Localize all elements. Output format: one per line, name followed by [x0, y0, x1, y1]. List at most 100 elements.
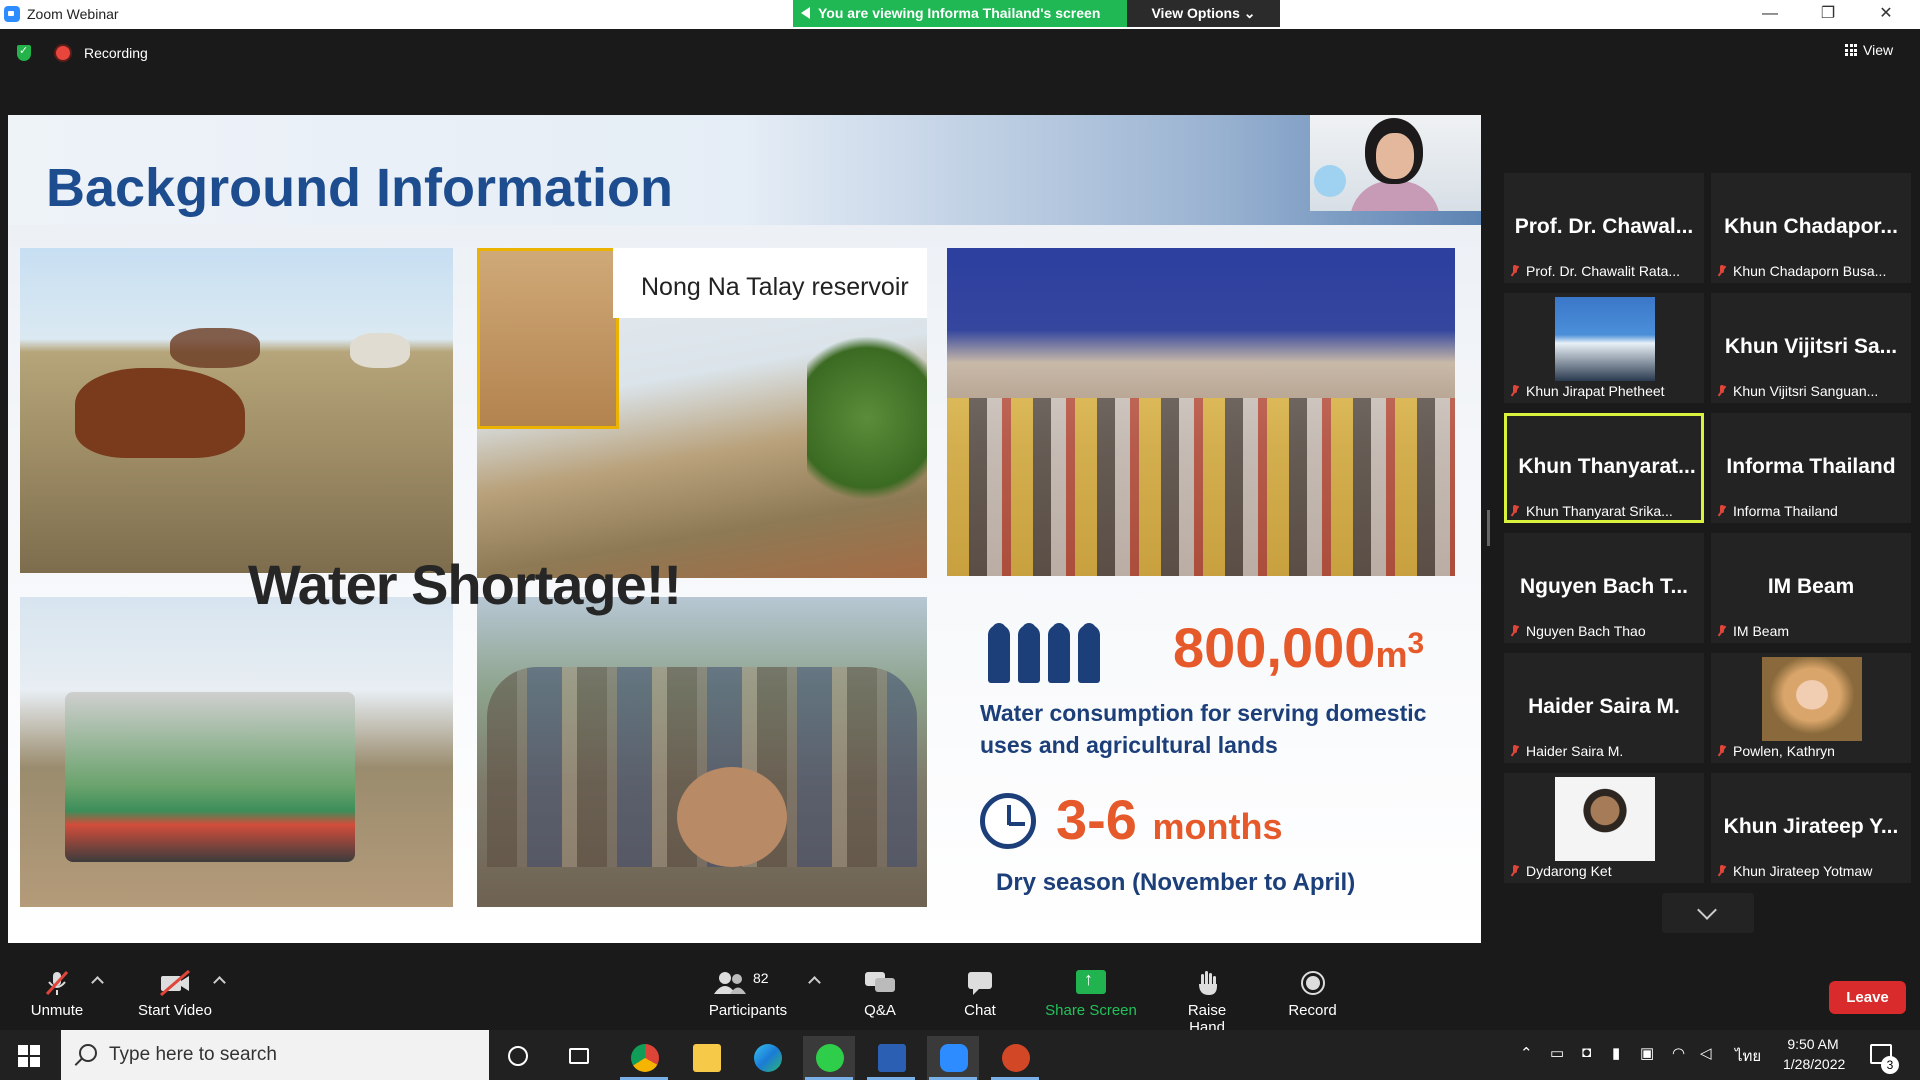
network-share-icon[interactable]: ▣ [1640, 1044, 1654, 1062]
participant-label: Khun Chadaporn Busa... [1717, 263, 1905, 279]
input-language[interactable]: ไทย [1735, 1044, 1761, 1068]
view-options-label: View Options [1151, 5, 1240, 21]
reservoir-photo: Nong Na Talay reservoir [477, 248, 927, 578]
panel-resize-handle[interactable] [1487, 510, 1490, 546]
taskbar-search-box[interactable]: Type here to search [61, 1030, 489, 1080]
security-shield-icon[interactable] [17, 44, 31, 61]
participants-icon: 82 [713, 970, 783, 996]
participant-tile[interactable]: Khun Jirateep Y... Khun Jirateep Yotmaw [1711, 773, 1911, 883]
powerpoint-icon[interactable] [989, 1036, 1041, 1080]
view-options-button[interactable]: View Options ⌄ [1127, 0, 1280, 27]
microphone-icon[interactable]: ▮ [1612, 1044, 1620, 1062]
participant-label: Haider Saira M. [1510, 743, 1698, 759]
mic-muted-icon [1717, 265, 1727, 277]
clock-date: 1/28/2022 [1783, 1056, 1846, 1072]
chrome-icon[interactable] [618, 1036, 670, 1080]
edge-icon[interactable] [741, 1036, 793, 1080]
presenter-logo-icon [1314, 165, 1346, 197]
participant-tile[interactable]: Khun Vijitsri Sa... Khun Vijitsri Sangua… [1711, 293, 1911, 403]
water-truck-photo [20, 597, 453, 907]
leave-button[interactable]: Leave [1829, 981, 1906, 1014]
unmute-label: Unmute [30, 1002, 84, 1019]
participant-tile[interactable]: Powlen, Kathryn [1711, 653, 1911, 763]
participants-count: 82 [753, 970, 769, 986]
mic-muted-icon [1717, 745, 1727, 757]
battery-icon[interactable]: ▭ [1550, 1044, 1564, 1062]
record-icon [1300, 971, 1325, 995]
video-off-icon [160, 970, 190, 996]
reservoir-inset-photo [477, 248, 619, 429]
presenter-video-thumbnail[interactable] [1310, 115, 1481, 211]
participant-video [1555, 777, 1655, 861]
unmute-button[interactable]: Unmute [28, 970, 86, 1019]
close-button[interactable]: ✕ [1866, 3, 1906, 25]
word-icon[interactable] [865, 1036, 917, 1080]
speaker-icon [801, 7, 810, 19]
taskbar-clock[interactable]: 9:50 AM 1/28/2022 [1783, 1034, 1846, 1074]
zoom-app-icon [4, 6, 20, 22]
restore-button[interactable]: ❐ [1808, 3, 1848, 25]
share-screen-button[interactable]: Share Screen [1045, 969, 1137, 1019]
viewing-banner-text: You are viewing Informa Thailand's scree… [818, 5, 1101, 21]
qa-button[interactable]: Q&A [860, 970, 900, 1019]
participant-label: Dydarong Ket [1510, 863, 1698, 879]
zoom-taskbar-icon[interactable] [927, 1036, 979, 1080]
cortana-icon[interactable] [494, 1036, 546, 1080]
participant-video [1555, 297, 1655, 381]
meeting-top-bar [0, 29, 1920, 89]
minimize-button[interactable]: — [1750, 3, 1790, 25]
recording-icon [56, 46, 70, 60]
participant-tile[interactable]: Informa Thailand Informa Thailand [1711, 413, 1911, 523]
mic-muted-icon [45, 970, 69, 996]
participant-tile[interactable]: Khun Jirapat Phetheet [1504, 293, 1704, 403]
file-explorer-icon[interactable] [680, 1036, 732, 1080]
mic-muted-icon [1510, 385, 1520, 397]
reservoir-caption: Nong Na Talay reservoir [613, 248, 927, 318]
participant-label: Khun Vijitsri Sanguan... [1717, 383, 1905, 399]
participant-tile[interactable]: Haider Saira M. Haider Saira M. [1504, 653, 1704, 763]
participant-label: Powlen, Kathryn [1717, 743, 1905, 759]
qa-icon [865, 972, 895, 992]
search-icon [79, 1044, 97, 1062]
viewing-screen-banner: You are viewing Informa Thailand's scree… [793, 0, 1127, 27]
participant-tile[interactable]: Nguyen Bach T... Nguyen Bach Thao [1504, 533, 1704, 643]
gallery-scroll-down-button[interactable] [1662, 893, 1754, 933]
line-app-icon[interactable] [803, 1036, 855, 1080]
record-label: Record [1288, 1002, 1337, 1019]
view-button[interactable]: View [1845, 42, 1893, 58]
volume-stat: 800,000m3 [1173, 616, 1425, 679]
chat-button[interactable]: Chat [960, 970, 1000, 1019]
participant-display-name: Informa Thailand [1726, 455, 1896, 478]
participant-label: Prof. Dr. Chawalit Rata... [1510, 263, 1698, 279]
webcam-icon[interactable]: ◘ [1582, 1044, 1591, 1061]
participant-label: Khun Thanyarat Srika... [1510, 503, 1698, 519]
participant-tile[interactable]: Prof. Dr. Chawal... Prof. Dr. Chawalit R… [1504, 173, 1704, 283]
participant-tile[interactable]: IM Beam IM Beam [1711, 533, 1911, 643]
raise-hand-button[interactable]: Raise Hand [1168, 970, 1246, 1036]
volume-icon[interactable]: ◁ [1700, 1044, 1712, 1062]
participant-tile-active-speaker[interactable]: Khun Thanyarat... Khun Thanyarat Srika..… [1504, 413, 1704, 523]
show-hidden-icons-icon[interactable]: ⌃ [1520, 1044, 1533, 1062]
participants-button[interactable]: 82 Participants [705, 970, 791, 1019]
windows-start-icon[interactable] [18, 1045, 40, 1067]
window-title: Zoom Webinar [27, 6, 119, 22]
qa-label: Q&A [864, 1002, 896, 1019]
cattle-photo [20, 248, 453, 573]
mic-muted-icon [1510, 745, 1520, 757]
task-view-icon[interactable] [555, 1036, 607, 1080]
reservoir-label: Nong Na Talay reservoir [641, 273, 909, 301]
chevron-down-icon: ⌄ [1243, 5, 1256, 21]
start-video-button[interactable]: Start Video [133, 970, 217, 1019]
villagers-photo [477, 597, 927, 907]
recording-label: Recording [84, 45, 148, 61]
notification-count-badge: 3 [1881, 1056, 1899, 1074]
participant-video [1762, 657, 1862, 741]
participant-tile[interactable]: Khun Chadapor... Khun Chadaporn Busa... [1711, 173, 1911, 283]
wifi-icon[interactable]: ◠ [1672, 1044, 1685, 1062]
participant-tile[interactable]: Dydarong Ket [1504, 773, 1704, 883]
record-button[interactable]: Record [1285, 970, 1340, 1019]
dry-season-text: Dry season (November to April) [996, 869, 1356, 896]
participant-label: Khun Jirateep Yotmaw [1717, 863, 1905, 879]
chat-icon [968, 972, 992, 995]
water-stats: 800,000m3 Water consumption for serving … [968, 615, 1468, 915]
